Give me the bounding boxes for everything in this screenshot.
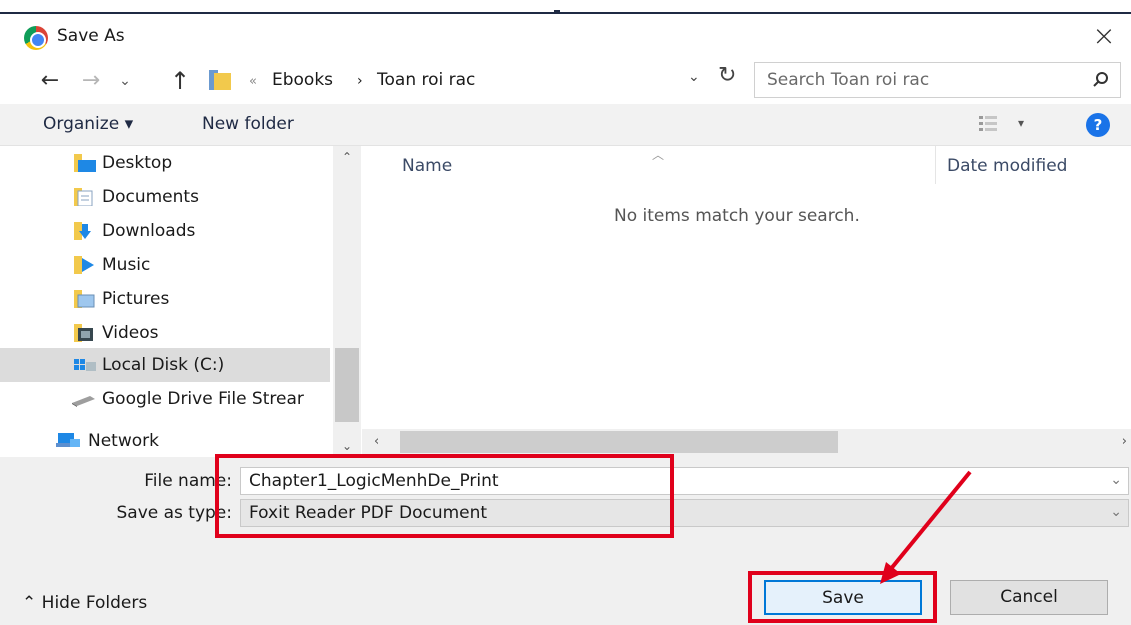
column-divider[interactable]	[935, 146, 936, 184]
navigation-pane: Desktop Documents Downloads Music Pictur…	[0, 146, 361, 457]
scroll-right-arrow-icon[interactable]: ›	[1122, 434, 1127, 449]
save-as-dialog: Save As × ← → ⌄ ↑ « Ebooks › Toan roi ra…	[0, 0, 1131, 625]
help-icon[interactable]: ?	[1086, 113, 1110, 137]
column-header-date-modified[interactable]: Date modified	[947, 156, 1067, 176]
scroll-up-arrow-icon[interactable]: ⌃	[333, 150, 361, 164]
desktop-folder-icon	[74, 154, 96, 172]
column-header-name[interactable]: Name	[402, 156, 452, 176]
nav-item-label: Desktop	[102, 153, 173, 173]
nav-item-label: Music	[102, 255, 151, 275]
nav-item-videos[interactable]: Videos	[0, 316, 330, 350]
nav-item-label: Pictures	[102, 289, 170, 309]
nav-item-documents[interactable]: Documents	[0, 180, 330, 214]
nav-item-label: Local Disk (C:)	[102, 355, 225, 375]
recent-locations-chevron-icon[interactable]: ⌄	[114, 66, 136, 96]
file-list-horizontal-scrollbar[interactable]: ‹ ›	[362, 429, 1131, 457]
nav-item-pictures[interactable]: Pictures	[0, 282, 330, 316]
scroll-down-arrow-icon[interactable]: ⌄	[333, 439, 361, 453]
nav-item-label: Videos	[102, 323, 159, 343]
window-title: Save As	[57, 26, 125, 46]
documents-folder-icon	[74, 188, 93, 206]
search-icon[interactable]	[1092, 71, 1110, 89]
title-bar: Save As ×	[0, 14, 1131, 60]
annotation-highlight-save	[748, 571, 937, 623]
back-arrow-icon[interactable]: ←	[34, 66, 66, 96]
hide-folders-label: Hide Folders	[41, 593, 148, 613]
file-name-label: File name:	[144, 471, 232, 491]
chrome-icon	[24, 26, 48, 50]
local-disk-icon	[74, 359, 96, 371]
music-folder-icon	[74, 256, 94, 274]
search-box[interactable]	[754, 62, 1121, 98]
breadcrumb-overflow[interactable]: «	[249, 71, 257, 93]
chevron-up-icon: ⌃	[22, 593, 42, 613]
top-window-edge	[0, 0, 1131, 14]
up-arrow-icon[interactable]: ↑	[166, 66, 194, 96]
refresh-icon[interactable]: ↻	[718, 63, 736, 88]
nav-pane-scrollbar[interactable]: ⌃ ⌄	[333, 146, 361, 457]
pictures-folder-icon	[74, 290, 95, 308]
file-name-dropdown-icon[interactable]: ⌄	[1110, 472, 1122, 488]
nav-item-google-drive[interactable]: Google Drive File Strear	[0, 382, 330, 416]
address-dropdown-icon[interactable]: ⌄	[688, 69, 700, 85]
view-options-icon[interactable]	[978, 114, 998, 134]
scrollbar-thumb[interactable]	[400, 431, 838, 453]
nav-item-desktop[interactable]: Desktop	[0, 146, 330, 180]
close-button[interactable]: ×	[1087, 20, 1121, 54]
search-input[interactable]	[755, 63, 1085, 97]
scroll-left-arrow-icon[interactable]: ‹	[374, 434, 379, 449]
hide-folders-button[interactable]: ⌃ Hide Folders	[22, 593, 147, 613]
nav-item-label: Documents	[102, 187, 199, 207]
forward-arrow-icon[interactable]: →	[76, 66, 106, 96]
nav-item-network[interactable]: Network	[0, 424, 330, 458]
breadcrumb-separator[interactable]: ›	[357, 70, 363, 92]
folder-icon	[209, 70, 231, 90]
breadcrumb-ebooks[interactable]: Ebooks	[272, 69, 333, 91]
nav-item-label: Google Drive File Strear	[102, 389, 304, 409]
address-row: ← → ⌄ ↑ « Ebooks › Toan roi rac ⌄ ↻	[0, 60, 1131, 104]
nav-item-label: Network	[88, 431, 159, 451]
view-dropdown-icon[interactable]: ▾	[1018, 116, 1024, 130]
nav-item-music[interactable]: Music	[0, 248, 330, 282]
save-as-type-dropdown-icon[interactable]: ⌄	[1110, 504, 1122, 520]
command-toolbar: Organize ▾ New folder ▾ ?	[0, 104, 1131, 146]
save-as-type-label: Save as type:	[116, 503, 232, 523]
organize-button[interactable]: Organize ▾	[43, 114, 133, 134]
drive-icon	[72, 396, 95, 407]
downloads-folder-icon	[74, 222, 91, 240]
new-folder-button[interactable]: New folder	[202, 114, 294, 134]
videos-folder-icon	[74, 324, 93, 342]
empty-list-message: No items match your search.	[614, 206, 860, 226]
file-list: ︿ Name Date modified No items match your…	[362, 146, 1131, 457]
breadcrumb-toan-roi-rac[interactable]: Toan roi rac	[377, 69, 475, 91]
sort-indicator-icon: ︿	[652, 148, 665, 162]
annotation-highlight-fields	[215, 454, 674, 538]
cancel-button[interactable]: Cancel	[950, 580, 1108, 615]
scrollbar-thumb[interactable]	[335, 348, 359, 422]
nav-item-downloads[interactable]: Downloads	[0, 214, 330, 248]
nav-item-label: Downloads	[102, 221, 196, 241]
network-icon	[56, 433, 80, 447]
nav-item-local-disk[interactable]: Local Disk (C:)	[0, 348, 330, 382]
